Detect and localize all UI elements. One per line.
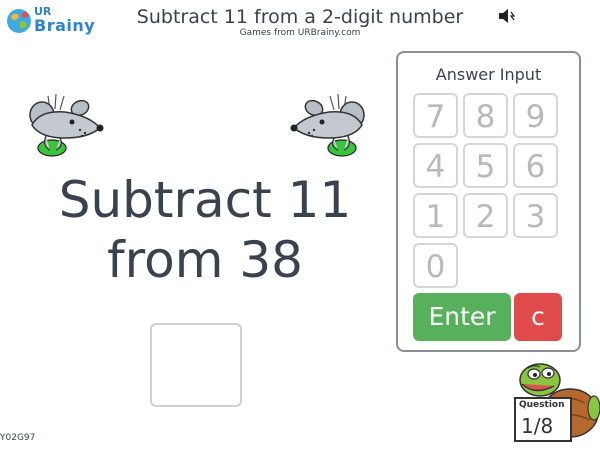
- key-8[interactable]: 8: [463, 93, 508, 138]
- key-1[interactable]: 1: [413, 193, 458, 238]
- key-4[interactable]: 4: [413, 143, 458, 188]
- counter-label: Question: [519, 400, 565, 410]
- page-title: Subtract 11 from a 2-digit number: [136, 6, 464, 28]
- key-2[interactable]: 2: [463, 193, 508, 238]
- clear-button[interactable]: c: [514, 293, 562, 341]
- page-subtitle: Games from URBrainy.com: [239, 28, 361, 38]
- question-text: Subtract 11 from 38: [20, 170, 390, 290]
- mouse-left-icon: [29, 93, 104, 157]
- keypad-title: Answer Input: [435, 65, 542, 84]
- enter-button[interactable]: Enter: [413, 293, 511, 341]
- key-9[interactable]: 9: [513, 93, 558, 138]
- mouse-right-icon: [290, 93, 365, 157]
- question-counter: Question 1/8: [514, 397, 572, 442]
- logo-brainy-text: Brainy: [34, 16, 96, 35]
- speaker-mute-icon[interactable]: [498, 8, 516, 24]
- key-7[interactable]: 7: [413, 93, 458, 138]
- globe-icon: [7, 9, 31, 33]
- key-6[interactable]: 6: [513, 143, 558, 188]
- urbrainy-logo: UR Brainy: [6, 5, 96, 38]
- question-line-2: from 38: [107, 231, 303, 289]
- question-line-1: Subtract 11: [58, 171, 352, 229]
- answer-box[interactable]: [150, 323, 242, 407]
- answer-keypad: Answer Input 7 8 9 4 5 6 1 2 3 0 Enter c: [396, 51, 581, 352]
- key-3[interactable]: 3: [513, 193, 558, 238]
- game-code: Y02G97: [0, 433, 36, 443]
- key-5[interactable]: 5: [463, 143, 508, 188]
- counter-value: 1/8: [521, 414, 554, 438]
- key-0[interactable]: 0: [413, 243, 458, 288]
